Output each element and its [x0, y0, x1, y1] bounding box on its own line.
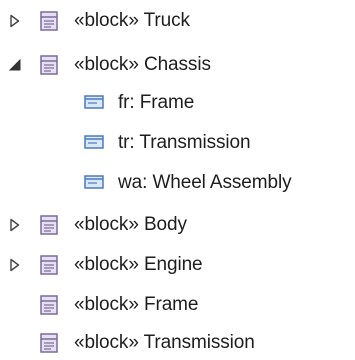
block-element-icon [40, 333, 58, 353]
tree-item-frame[interactable]: «block» Frame [0, 288, 355, 322]
part-property-icon [84, 95, 104, 109]
collapse-arrow-icon[interactable] [8, 58, 22, 72]
tree-item-engine[interactable]: «block» Engine [0, 248, 355, 282]
tree-item-tr-transmission[interactable]: tr: Transmission [0, 126, 355, 160]
tree-item-label: fr: Frame [118, 92, 195, 113]
tree-item-label: «block» Engine [74, 254, 203, 275]
part-property-icon [84, 175, 104, 189]
expand-arrow-icon[interactable] [8, 258, 22, 272]
block-element-icon [40, 295, 58, 315]
tree-item-wa-wheel-assembly[interactable]: wa: Wheel Assembly [0, 166, 355, 200]
tree-item-label: «block» Frame [74, 294, 199, 315]
tree-item-body[interactable]: «block» Body [0, 208, 355, 242]
tree-item-label: «block» Chassis [74, 54, 211, 75]
tree-item-label: «block» Transmission [74, 332, 255, 353]
block-element-icon [40, 255, 58, 275]
tree-item-chassis[interactable]: «block» Chassis [0, 48, 355, 82]
tree-item-transmission[interactable]: «block» Transmission [0, 326, 355, 360]
tree-item-label: «block» Truck [74, 10, 190, 31]
tree-item-truck[interactable]: «block» Truck [0, 4, 355, 38]
part-property-icon [84, 135, 104, 149]
expand-arrow-icon[interactable] [8, 218, 22, 232]
tree-item-label: wa: Wheel Assembly [118, 172, 292, 193]
expand-arrow-icon[interactable] [8, 14, 22, 28]
tree-item-fr-frame[interactable]: fr: Frame [0, 86, 355, 120]
block-element-icon [40, 55, 58, 75]
tree-item-label: tr: Transmission [118, 132, 251, 153]
tree-item-label: «block» Body [74, 214, 187, 235]
block-element-icon [40, 215, 58, 235]
project-browser-tree: «block» Truck «block» Chassis fr: Frame tr:… [0, 0, 355, 358]
block-element-icon [40, 11, 58, 31]
